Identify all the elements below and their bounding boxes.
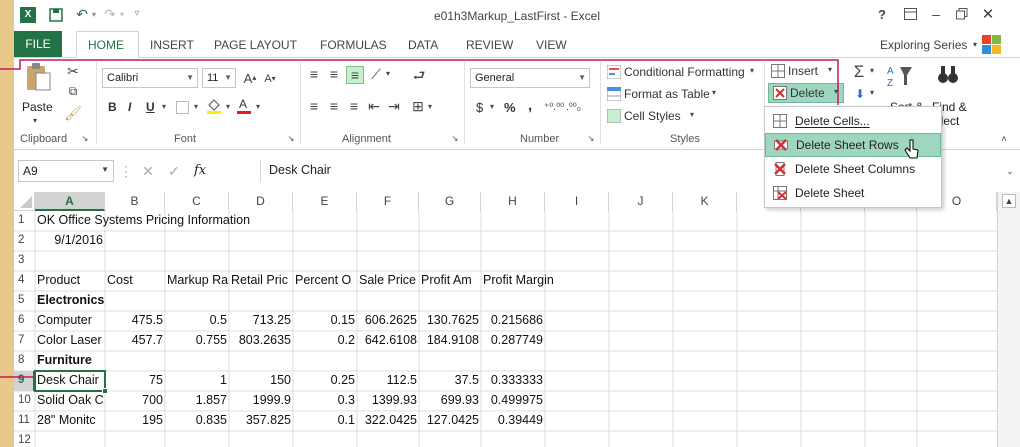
annotation-callout-lines [0, 59, 839, 378]
